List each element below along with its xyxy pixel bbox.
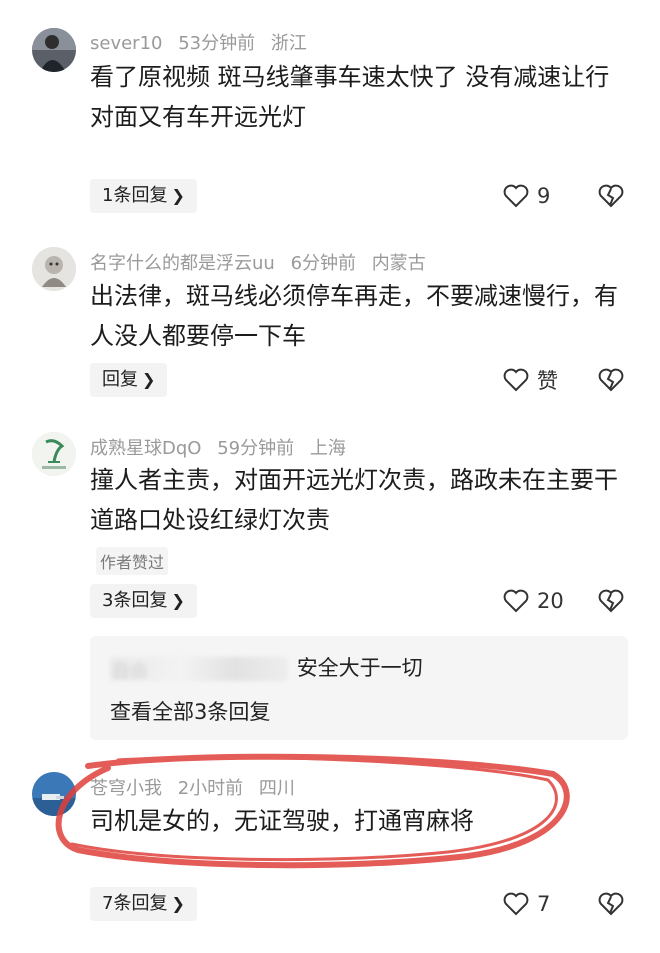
like-button[interactable]: 7	[503, 889, 550, 919]
chevron-right-icon: ❯	[171, 186, 185, 205]
blurred-username: 自由	[110, 657, 288, 682]
like-count: 9	[537, 184, 551, 208]
location: 浙江	[270, 33, 307, 54]
reply-button[interactable]: 回复 ❯	[90, 363, 168, 397]
username[interactable]: 成熟星球DqO	[90, 438, 201, 459]
avatar[interactable]	[32, 772, 76, 816]
sub-reply-text: 安全大于一切	[296, 656, 423, 680]
location: 内蒙古	[371, 253, 426, 274]
avatar[interactable]	[32, 28, 76, 72]
avatar[interactable]	[32, 432, 76, 476]
sub-reply-line: 自由 安全大于一切	[110, 652, 423, 682]
comment-text: 司机是女的，无证驾驶，打通宵麻将	[90, 807, 474, 835]
reply-label: 回复	[102, 369, 138, 390]
location: 上海	[309, 438, 346, 459]
like-button[interactable]: 20	[503, 586, 564, 616]
broken-heart-icon[interactable]	[598, 588, 624, 614]
like-button[interactable]: 赞	[503, 365, 558, 395]
username[interactable]: sever10	[90, 33, 162, 54]
timestamp: 6分钟前	[290, 253, 357, 274]
reply-label: 3条回复	[102, 590, 168, 611]
comment-meta: 名字什么的都是浮云uu 6分钟前 内蒙古	[90, 249, 436, 275]
view-replies-button[interactable]: 7条回复 ❯	[90, 887, 197, 921]
heart-outline-icon	[503, 368, 529, 392]
heart-outline-icon	[503, 589, 529, 613]
comment-text: 撞人者主责，对面开远光灯次责，路政未在主要干道路口处设红绿灯次责	[90, 466, 618, 534]
like-count: 赞	[537, 369, 558, 393]
comment-meta: 成熟星球DqO 59分钟前 上海	[90, 434, 356, 460]
username[interactable]: 名字什么的都是浮云uu	[90, 253, 275, 274]
broken-heart-icon[interactable]	[598, 367, 624, 393]
see-all-replies-link[interactable]: 查看全部3条回复	[110, 696, 270, 726]
reply-label: 1条回复	[102, 185, 168, 206]
chevron-right-icon: ❯	[171, 894, 185, 913]
comment-text: 看了原视频 斑马线肇事车速太快了 没有减速让行 对面又有车开远光灯	[90, 63, 610, 131]
timestamp: 59分钟前	[217, 438, 295, 459]
like-count: 20	[537, 589, 564, 613]
comment-meta: 苍穹小我 2小时前 四川	[90, 774, 305, 800]
view-replies-button[interactable]: 3条回复 ❯	[90, 584, 197, 618]
username[interactable]: 苍穹小我	[90, 778, 162, 799]
view-replies-button[interactable]: 1条回复 ❯	[90, 179, 197, 213]
location: 四川	[258, 778, 295, 799]
heart-outline-icon	[503, 184, 529, 208]
chevron-right-icon: ❯	[171, 591, 185, 610]
comment-text: 出法律，斑马线必须停车再走，不要减速慢行，有人没人都要停一下车	[90, 282, 618, 350]
broken-heart-icon[interactable]	[598, 183, 624, 209]
timestamp: 53分钟前	[178, 33, 256, 54]
sub-reply-preview[interactable]: 自由 安全大于一切 查看全部3条回复	[90, 636, 628, 740]
heart-outline-icon	[503, 892, 529, 916]
comment-meta: sever10 53分钟前 浙江	[90, 29, 317, 55]
avatar[interactable]	[32, 247, 76, 291]
broken-heart-icon[interactable]	[598, 891, 624, 917]
author-liked-badge: 作者赞过	[96, 547, 169, 575]
like-count: 7	[537, 892, 551, 916]
chevron-right-icon: ❯	[142, 370, 156, 389]
like-button[interactable]: 9	[503, 181, 550, 211]
reply-label: 7条回复	[102, 893, 168, 914]
timestamp: 2小时前	[177, 778, 244, 799]
